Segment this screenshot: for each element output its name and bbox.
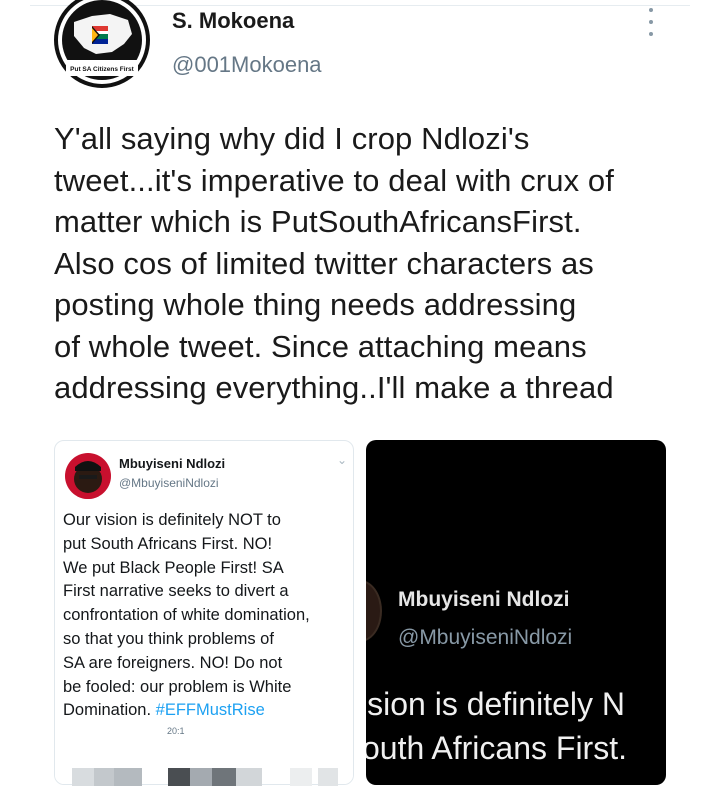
attached-image-left[interactable]: Mbuyiseni Ndlozi @MbuyiseniNdlozi ⌄ Our … <box>54 440 354 785</box>
tweet-line: tweet...it's imperative to deal with cru… <box>54 162 614 198</box>
tweet-line: addressing everything..I'll make a threa… <box>54 370 614 405</box>
quoted-name: Mbuyiseni Ndlozi <box>119 456 226 471</box>
attached-image-right[interactable]: Mbuyiseni Ndlozi @MbuyiseniNdlozi ision … <box>366 440 666 785</box>
quoted-line: SA are foreigners. NO! Do not <box>63 653 283 672</box>
tweet-line: of whole tweet. Since attaching means <box>54 328 587 364</box>
zoomed-avatar <box>366 580 382 642</box>
reply-count-blur <box>94 768 114 786</box>
quoted-line: put South Africans First. NO! <box>63 534 273 553</box>
blur-patch <box>318 768 338 786</box>
quoted-avatar <box>65 453 111 499</box>
quoted-last-line: Domination. #EFFMustRise <box>63 699 353 723</box>
like-count-blur <box>190 768 212 786</box>
tweet-line: posting whole thing needs addressing <box>54 287 577 322</box>
author-name[interactable]: S. Mokoena <box>172 8 294 34</box>
quoted-line: First narrative seeks to divert a <box>63 582 289 601</box>
zoomed-text-line: ision is definitely N <box>366 686 625 722</box>
like-icon[interactable] <box>168 768 190 786</box>
quoted-line: so that you think problems of <box>63 629 274 648</box>
zoomed-name: Mbuyiseni Ndlozi <box>398 588 570 611</box>
zoomed-handle: @MbuyiseniNdlozi <box>398 626 573 649</box>
quoted-timestamp-cut: 20:1 <box>167 726 185 734</box>
quoted-text: Our vision is definitely NOT to put Sout… <box>63 509 353 723</box>
quoted-handle: @MbuyiseniNdlozi <box>119 476 219 490</box>
reply-icon[interactable] <box>72 768 94 786</box>
quoted-line: confrontation of white domination, <box>63 606 310 625</box>
more-options-icon[interactable] <box>640 8 662 36</box>
retweet-icon[interactable] <box>114 768 142 786</box>
tweet-line: matter which is PutSouthAfricansFirst. <box>54 204 582 239</box>
quoted-line: Our vision is definitely NOT to <box>63 511 281 529</box>
tweet-text: Y'all saying why did I crop Ndlozi's twe… <box>54 118 694 409</box>
chevron-down-icon: ⌄ <box>337 453 348 467</box>
tweet-line: Y'all saying why did I crop Ndlozi's <box>54 121 530 156</box>
quoted-line: be fooled: our problem is White <box>63 677 292 696</box>
quoted-last-line-text: Domination. <box>63 701 156 720</box>
avatar-caption: Put SA Citizens First <box>70 66 135 73</box>
author-handle[interactable]: @001Mokoena <box>172 52 322 78</box>
share-icon[interactable] <box>212 768 236 786</box>
action-bar-blurred <box>0 760 720 790</box>
blur-patch <box>290 768 312 786</box>
hashtag-link[interactable]: #EFFMustRise <box>156 701 265 719</box>
quoted-line: We put Black People First! SA <box>63 558 284 577</box>
tweet-line: Also cos of limited twitter characters a… <box>54 245 594 281</box>
author-avatar[interactable]: Put SA Citizens First <box>52 0 152 90</box>
share-count-blur <box>236 768 262 786</box>
